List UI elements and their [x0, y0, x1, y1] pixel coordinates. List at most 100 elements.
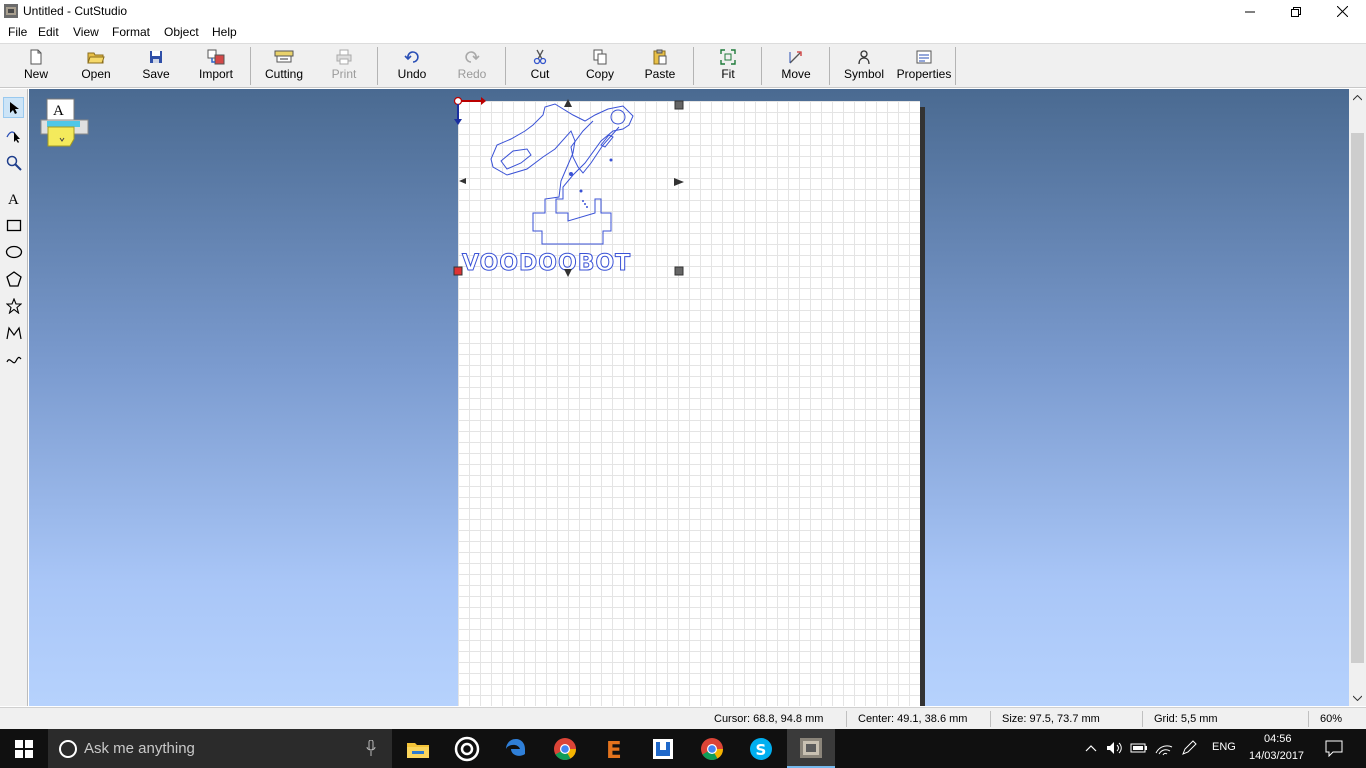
cutstudio-app-icon	[800, 737, 822, 758]
move-button[interactable]: Move	[767, 46, 825, 88]
vertical-scrollbar[interactable]	[1349, 89, 1366, 706]
edge-browser-taskbar[interactable]	[492, 729, 540, 768]
cutstudio-taskbar[interactable]	[787, 729, 835, 768]
printer-icon	[336, 49, 352, 65]
scroll-up-icon[interactable]	[1353, 95, 1362, 101]
cutting-origin-icon: A	[40, 98, 89, 147]
import-label: Import	[198, 67, 233, 81]
minimize-icon	[1245, 11, 1255, 12]
menu-help[interactable]: Help	[212, 25, 237, 39]
save-label: Save	[142, 67, 170, 81]
zoom-tool[interactable]	[3, 152, 24, 173]
chrome-taskbar[interactable]	[541, 729, 589, 768]
wifi-icon[interactable]	[1155, 740, 1173, 756]
status-bar: Cursor: 68.8, 94.8 mm Center: 49.1, 38.6…	[0, 707, 1366, 729]
status-separator	[1142, 711, 1143, 727]
menu-view[interactable]: View	[73, 25, 99, 39]
polyline-icon	[5, 325, 22, 339]
curve-icon	[5, 356, 21, 363]
polyline-tool[interactable]	[3, 322, 24, 343]
paste-clipboard-icon	[653, 49, 667, 65]
cutting-plotter-icon	[274, 50, 294, 63]
minimize-button[interactable]	[1227, 0, 1273, 23]
file-explorer-taskbar[interactable]	[394, 729, 442, 768]
language-indicator[interactable]: ENG	[1212, 741, 1236, 753]
status-separator	[990, 711, 991, 727]
properties-button[interactable]: Properties	[895, 46, 953, 88]
svg-text:A: A	[8, 192, 19, 206]
undo-arrow-icon	[404, 51, 419, 63]
clock-date[interactable]: 14/03/2017	[1249, 750, 1304, 762]
fit-button[interactable]: Fit	[699, 46, 757, 88]
rectangle-tool[interactable]	[3, 214, 24, 235]
import-icon	[207, 49, 225, 65]
window-title: Untitled - CutStudio	[23, 4, 128, 18]
cutting-button[interactable]: Cutting	[255, 46, 313, 88]
pen-workspace-icon[interactable]	[1180, 740, 1198, 756]
symbol-button[interactable]: Symbol	[835, 46, 893, 88]
show-hidden-icons-icon[interactable]	[1085, 744, 1097, 752]
print-label: Print	[331, 67, 357, 81]
chrome-second-taskbar[interactable]	[688, 729, 736, 768]
redo-button[interactable]: Redo	[443, 46, 501, 88]
app-e-taskbar[interactable]: E	[590, 729, 638, 768]
media-app-taskbar[interactable]	[443, 729, 491, 768]
scrollbar-thumb[interactable]	[1351, 133, 1364, 663]
cutting-sheet[interactable]: VOODOOBOT	[453, 96, 920, 706]
scroll-down-icon[interactable]	[1353, 695, 1362, 701]
cut-button[interactable]: Cut	[511, 46, 569, 88]
menu-format[interactable]: Format	[112, 25, 150, 39]
menu-object[interactable]: Object	[164, 25, 199, 39]
menu-file[interactable]: File	[8, 25, 27, 39]
skype-taskbar[interactable]: S	[737, 729, 785, 768]
battery-icon[interactable]	[1130, 742, 1148, 754]
title-bar: Untitled - CutStudio	[0, 0, 1366, 23]
drawing-canvas[interactable]: A VOODOOBOT	[29, 89, 1349, 706]
text-tool[interactable]: A	[3, 187, 24, 208]
ellipse-tool[interactable]	[3, 241, 24, 262]
skype-icon: S	[750, 737, 772, 760]
close-button[interactable]	[1319, 0, 1365, 23]
folder-icon	[407, 742, 429, 758]
svg-text:A: A	[53, 103, 64, 119]
save-button[interactable]: Save	[127, 46, 185, 88]
search-placeholder: Ask me anything	[84, 740, 195, 757]
star-tool[interactable]	[3, 295, 24, 316]
select-tool[interactable]	[3, 97, 24, 118]
fit-label: Fit	[721, 67, 735, 81]
node-edit-tool[interactable]	[3, 125, 24, 146]
toolbar-separator	[377, 47, 378, 85]
microphone-icon[interactable]	[366, 740, 376, 757]
action-center-icon[interactable]	[1325, 740, 1343, 757]
selection-handles[interactable]	[453, 95, 693, 283]
app-frame-taskbar[interactable]	[639, 729, 687, 768]
toolbar-separator	[250, 47, 251, 85]
clock-time[interactable]: 04:56	[1264, 733, 1292, 745]
copy-button[interactable]: Copy	[571, 46, 629, 88]
cortana-search-box[interactable]: Ask me anything	[48, 729, 392, 768]
paper-shadow	[920, 107, 925, 706]
polygon-tool[interactable]	[3, 268, 24, 289]
redo-arrow-icon	[465, 51, 480, 63]
volume-icon[interactable]	[1106, 741, 1124, 755]
undo-button[interactable]: Undo	[383, 46, 441, 88]
paste-button[interactable]: Paste	[631, 46, 689, 88]
restore-button[interactable]	[1273, 0, 1319, 23]
svg-text:S: S	[756, 741, 767, 759]
new-button[interactable]: New	[7, 46, 65, 88]
paste-label: Paste	[644, 67, 676, 81]
print-button[interactable]: Print	[315, 46, 373, 88]
import-button[interactable]: Import	[187, 46, 245, 88]
windows-logo-icon	[15, 739, 33, 758]
scissors-icon	[533, 49, 547, 65]
star-icon	[5, 297, 22, 314]
svg-text:E: E	[606, 738, 622, 761]
copy-icon	[593, 49, 607, 65]
menu-edit[interactable]: Edit	[38, 25, 59, 39]
target-circle-icon	[454, 736, 480, 761]
symbol-person-icon	[858, 50, 870, 65]
open-button[interactable]: Open	[67, 46, 125, 88]
start-button[interactable]	[0, 729, 48, 768]
curve-tool[interactable]	[3, 348, 24, 369]
move-icon	[789, 51, 802, 64]
